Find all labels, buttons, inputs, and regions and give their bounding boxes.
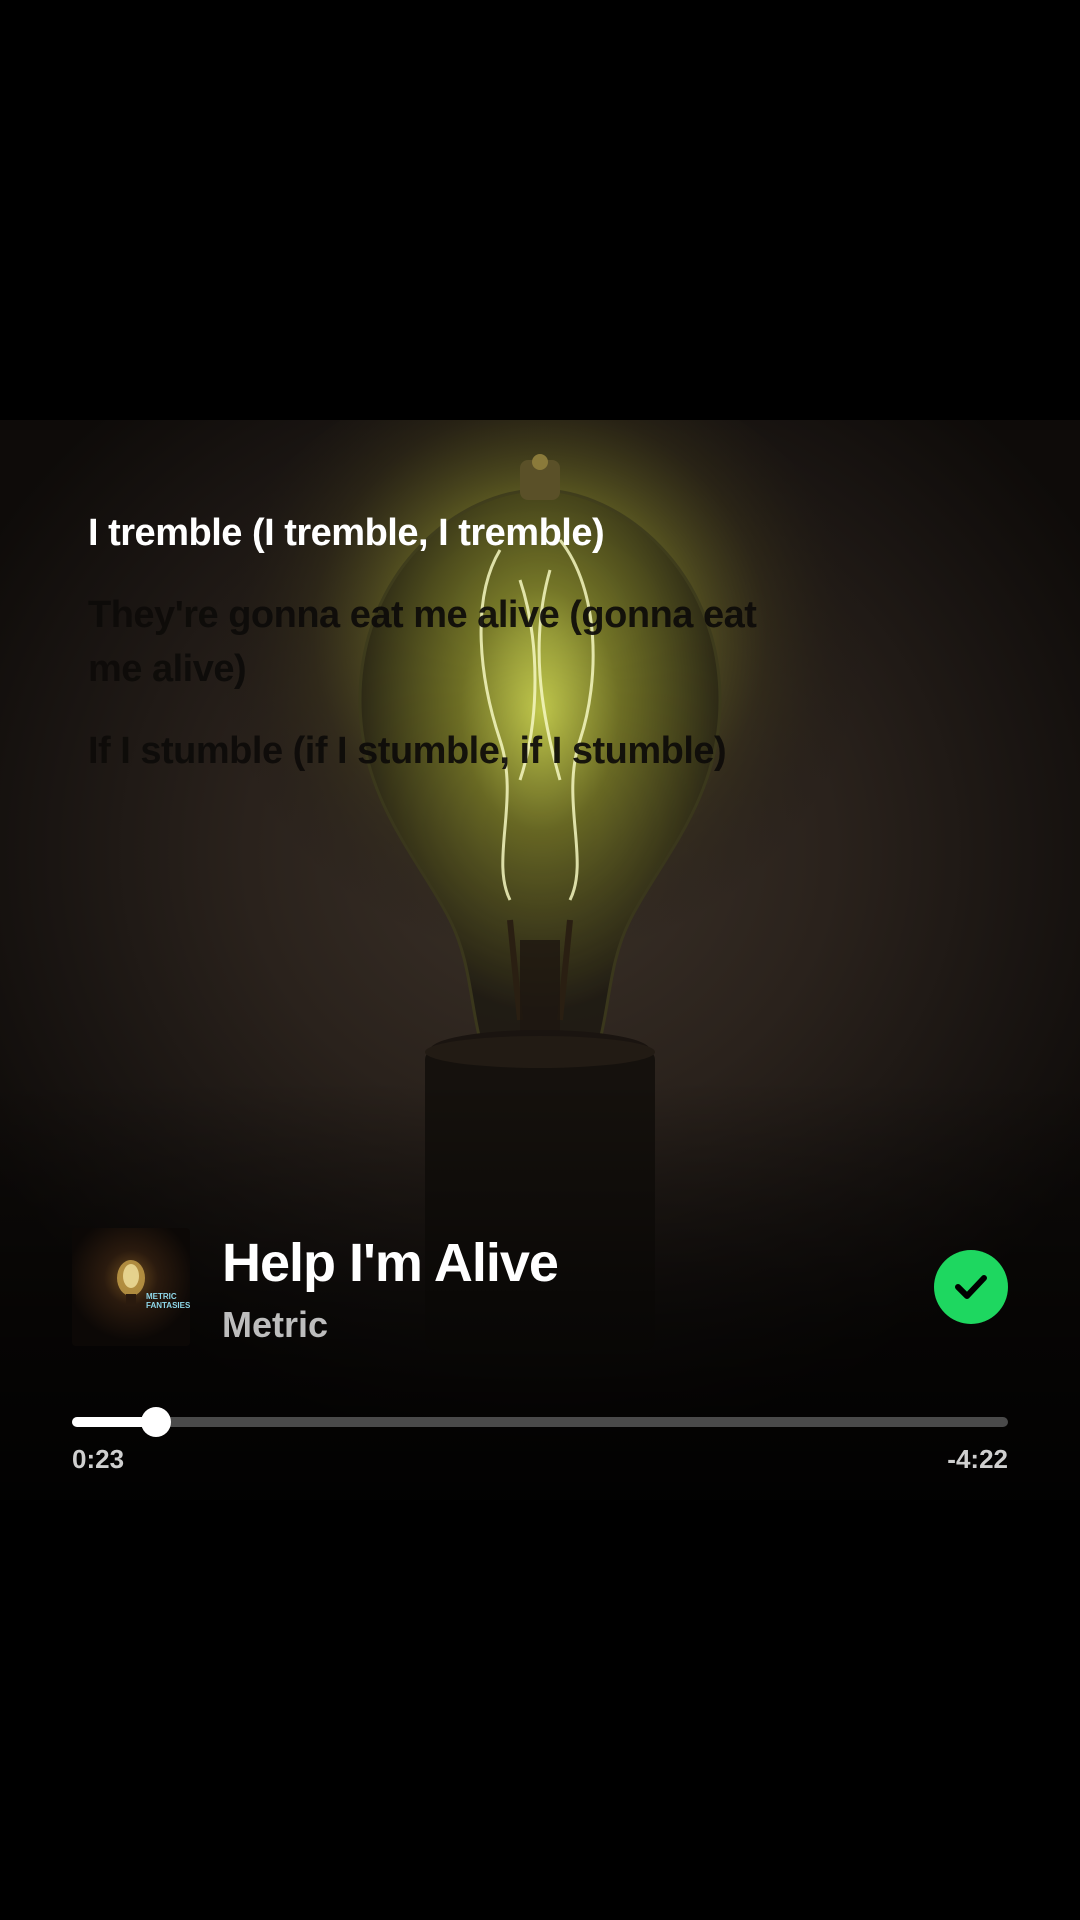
progress-track[interactable]	[72, 1417, 1008, 1427]
progress-knob[interactable]	[141, 1407, 172, 1437]
elapsed-time: 0:23	[72, 1444, 125, 1474]
lyric-line-next[interactable]: If I stumble (if I stumble, if I stumble…	[88, 724, 808, 778]
album-cover[interactable]: METRIC FANTASIES	[72, 1228, 190, 1346]
now-playing-track: METRIC FANTASIES Help I'm Alive Metric	[72, 1228, 1008, 1348]
album-cover-text: METRIC FANTASIES	[146, 1292, 190, 1310]
lyric-line-current[interactable]: I tremble (I tremble, I tremble)	[88, 506, 808, 560]
liked-button[interactable]	[934, 1250, 1008, 1324]
track-artist[interactable]: Metric	[222, 1304, 328, 1346]
playback-progress: 0:23 -4:22	[72, 1407, 1008, 1474]
lyric-line-next[interactable]: They're gonna eat me alive (gonna eat me…	[88, 588, 808, 696]
lyrics-card: I tremble (I tremble, I tremble) They're…	[0, 420, 1080, 1500]
check-icon	[955, 1275, 987, 1299]
remaining-time: -4:22	[947, 1444, 1008, 1474]
track-title[interactable]: Help I'm Alive	[222, 1232, 559, 1294]
lyrics-list: I tremble (I tremble, I tremble) They're…	[88, 506, 808, 806]
album-cover-bulb-icon	[117, 1260, 145, 1306]
